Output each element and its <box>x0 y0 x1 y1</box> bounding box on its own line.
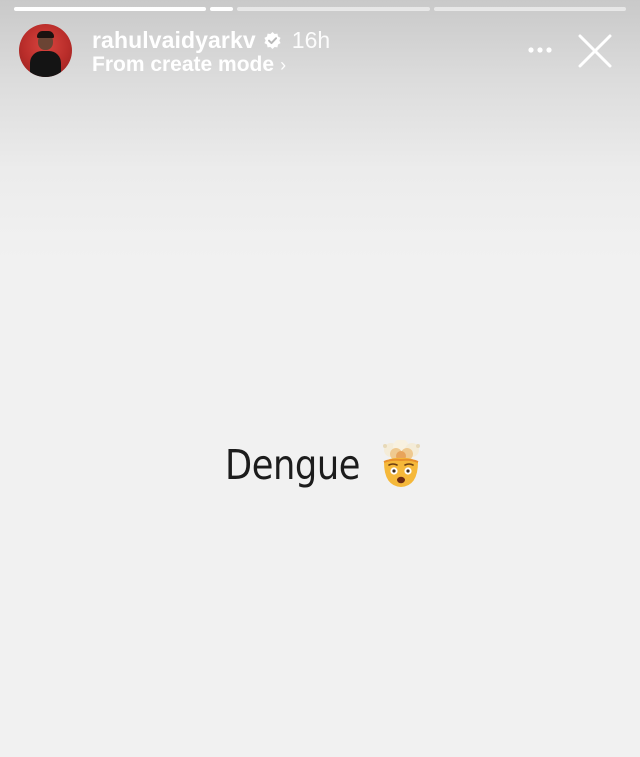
progress-segment <box>14 7 207 11</box>
verified-badge-icon <box>263 31 282 50</box>
more-options-button[interactable] <box>526 38 554 62</box>
story-caption: Dengue <box>225 441 361 489</box>
avatar-body <box>30 51 61 77</box>
close-icon <box>578 34 612 68</box>
more-horizontal-icon <box>528 47 552 53</box>
avatar-hair <box>37 31 54 38</box>
username-line: rahulvaidyarkv 16h <box>92 26 330 54</box>
close-button[interactable] <box>578 34 612 68</box>
progress-segment <box>210 7 234 11</box>
story-viewer[interactable]: rahulvaidyarkv 16h From create mode › De… <box>0 0 640 757</box>
username-link[interactable]: rahulvaidyarkv <box>92 27 256 54</box>
avatar[interactable] <box>19 24 72 77</box>
exploding-head-emoji-icon <box>376 439 426 490</box>
story-caption-row: Dengue <box>0 439 640 490</box>
create-mode-link[interactable]: From create mode › <box>92 53 286 77</box>
story-progress-bar <box>14 7 626 11</box>
create-mode-label: From create mode <box>92 53 275 76</box>
progress-segment <box>237 7 430 11</box>
post-time: 16h <box>291 26 331 53</box>
progress-segment <box>433 7 626 11</box>
chevron-right-icon: › <box>280 54 287 75</box>
progress-fill <box>14 7 207 11</box>
progress-fill <box>210 7 234 11</box>
story-header: rahulvaidyarkv 16h From create mode › <box>19 24 626 78</box>
